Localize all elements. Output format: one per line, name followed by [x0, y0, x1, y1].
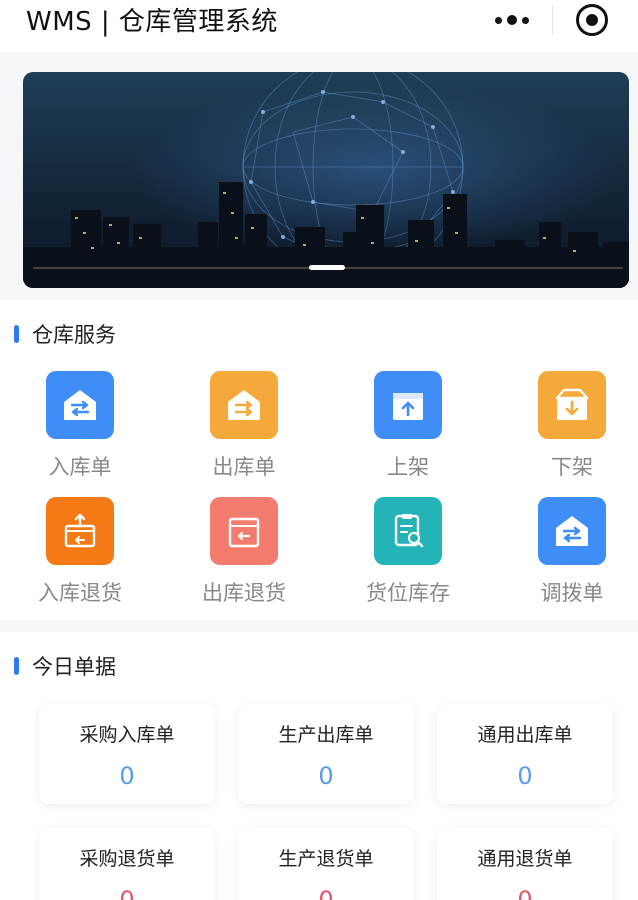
- banner-image: [23, 72, 629, 288]
- warehouse-in-icon: [46, 371, 114, 439]
- location-stock-icon: [374, 497, 442, 565]
- doc-card-label: 采购退货单: [79, 848, 175, 870]
- service-location-stock[interactable]: 货位库存: [338, 497, 478, 607]
- doc-card-label: 生产退货单: [278, 848, 374, 870]
- return-out-icon: [210, 497, 278, 565]
- warehouse-out-icon: [210, 371, 278, 439]
- top-bar: WMS | 仓库管理系统: [0, 0, 638, 52]
- service-label: 上架: [387, 455, 429, 479]
- carousel-indicator: [309, 265, 345, 270]
- service-label: 入库单: [48, 455, 112, 479]
- doc-card-purchase-return[interactable]: 采购退货单 0: [39, 828, 215, 900]
- section-title-services: 仓库服务: [14, 320, 116, 348]
- banner-carousel[interactable]: [23, 72, 629, 288]
- today-panel: 今日单据 采购入库单 0 生产出库单 0 通用出库单 0 采购退货单 0 生产退…: [0, 632, 638, 900]
- service-label: 出库退货: [202, 581, 286, 605]
- service-unshelve[interactable]: 下架: [502, 371, 638, 481]
- service-label: 调拨单: [540, 581, 604, 605]
- box-up-icon: [374, 371, 442, 439]
- doc-card-general-outbound[interactable]: 通用出库单 0: [437, 704, 613, 804]
- section-title-text: 今日单据: [32, 655, 116, 679]
- doc-card-count: 0: [119, 886, 135, 900]
- doc-card-count: 0: [517, 886, 533, 900]
- capsule-divider: [552, 6, 553, 34]
- doc-card-count: 0: [318, 886, 334, 900]
- service-transfer-order[interactable]: 调拨单: [502, 497, 638, 607]
- service-outbound-return[interactable]: 出库退货: [174, 497, 314, 607]
- mini-program-capsule: [462, 0, 638, 40]
- service-label: 入库退货: [38, 581, 122, 605]
- services-panel: 仓库服务 入库单 出库单 上架 下架 入库退货 出库退货 货位库存 调拨单: [0, 300, 638, 620]
- doc-card-production-return[interactable]: 生产退货单 0: [238, 828, 414, 900]
- doc-card-label: 通用出库单: [477, 724, 573, 746]
- doc-card-count: 0: [119, 762, 135, 790]
- service-inbound-order[interactable]: 入库单: [10, 371, 150, 481]
- section-accent-bar: [14, 657, 19, 675]
- doc-card-purchase-inbound[interactable]: 采购入库单 0: [39, 704, 215, 804]
- service-inbound-return[interactable]: 入库退货: [10, 497, 150, 607]
- transfer-icon: [538, 497, 606, 565]
- doc-card-label: 生产出库单: [278, 724, 374, 746]
- doc-card-count: 0: [517, 762, 533, 790]
- doc-card-general-return[interactable]: 通用退货单 0: [437, 828, 613, 900]
- service-shelve[interactable]: 上架: [338, 371, 478, 481]
- service-label: 出库单: [212, 455, 276, 479]
- section-accent-bar: [14, 325, 19, 343]
- service-outbound-order[interactable]: 出库单: [174, 371, 314, 481]
- section-title-text: 仓库服务: [32, 323, 116, 347]
- service-label: 货位库存: [366, 581, 450, 605]
- section-title-today: 今日单据: [14, 652, 116, 680]
- box-down-icon: [538, 371, 606, 439]
- doc-card-count: 0: [318, 762, 334, 790]
- doc-card-label: 通用退货单: [477, 848, 573, 870]
- doc-card-production-outbound[interactable]: 生产出库单 0: [238, 704, 414, 804]
- doc-card-label: 采购入库单: [79, 724, 175, 746]
- app-title: WMS | 仓库管理系统: [26, 7, 278, 37]
- record-circle-icon[interactable]: [576, 4, 608, 36]
- more-dots-icon[interactable]: [472, 0, 552, 40]
- return-in-icon: [46, 497, 114, 565]
- service-label: 下架: [551, 455, 593, 479]
